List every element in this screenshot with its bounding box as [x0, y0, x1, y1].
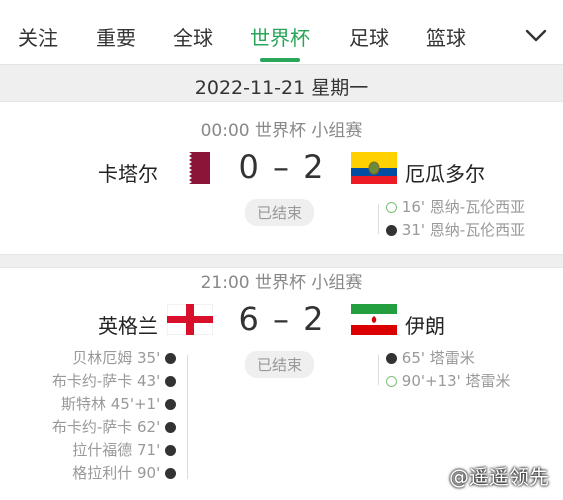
goal-text: 65' 塔雷米: [401, 349, 475, 367]
tab-football[interactable]: 足球: [349, 22, 389, 51]
goal-event: 格拉利什 90': [52, 462, 176, 485]
tab-bar: 关注 重要 全球 世界杯 足球 篮球: [0, 0, 563, 64]
match-time: 00:00 世界杯 小组赛: [200, 121, 363, 141]
home-team-name: 卡塔尔: [98, 162, 158, 186]
away-goals-list: 65' 塔雷米 90'+13' 塔雷米: [386, 347, 511, 393]
goal-text: 斯特林 45'+1': [61, 395, 161, 413]
iran-flag-icon: [351, 304, 397, 335]
match-score: 6 – 2: [238, 300, 326, 338]
section-separator: [0, 254, 563, 268]
goal-text: 布卡约-萨卡 43': [51, 372, 161, 390]
home-team-name: 英格兰: [98, 314, 158, 338]
goal-event: 贝林厄姆 35': [52, 347, 176, 370]
goal-text: 90'+13' 塔雷米: [401, 372, 511, 390]
penalty-ball-icon: [386, 202, 397, 213]
match-time: 21:00 世界杯 小组赛: [200, 273, 363, 293]
match-status-badge: 已结束: [245, 199, 315, 226]
timeline-line: [378, 355, 379, 385]
tab-follow[interactable]: 关注: [18, 22, 58, 51]
date-header: 2022-11-21 星期一: [0, 64, 563, 102]
away-goals-list: 16' 恩纳-瓦伦西亚 31' 恩纳-瓦伦西亚: [386, 196, 525, 242]
match-status-badge: 已结束: [245, 351, 315, 378]
goal-event: 31' 恩纳-瓦伦西亚: [386, 219, 525, 242]
date-label: 2022-11-21 星期一: [194, 77, 369, 99]
away-team-name: 伊朗: [405, 314, 445, 338]
goal-event: 斯特林 45'+1': [52, 393, 176, 416]
goal-text: 格拉利什 90': [72, 464, 161, 482]
timeline-line: [187, 355, 188, 479]
soccer-ball-icon: [165, 353, 176, 364]
watermark: @遥遥领先: [449, 465, 549, 489]
goal-text: 16' 恩纳-瓦伦西亚: [401, 198, 526, 216]
tab-world-cup[interactable]: 世界杯: [250, 22, 310, 51]
goal-event: 16' 恩纳-瓦伦西亚: [386, 196, 525, 219]
soccer-ball-icon: [386, 225, 397, 236]
goal-event: 65' 塔雷米: [386, 347, 511, 370]
soccer-ball-icon: [386, 353, 397, 364]
soccer-ball-icon: [165, 399, 176, 410]
tab-basketball[interactable]: 篮球: [426, 22, 466, 51]
goal-event: 布卡约-萨卡 62': [52, 416, 176, 439]
tab-important[interactable]: 重要: [96, 22, 136, 51]
penalty-ball-icon: [386, 376, 397, 387]
away-team-name: 厄瓜多尔: [405, 162, 485, 186]
goal-text: 31' 恩纳-瓦伦西亚: [401, 221, 526, 239]
active-tab-indicator: [260, 58, 300, 62]
goal-event: 拉什福德 71': [52, 439, 176, 462]
goal-event: 90'+13' 塔雷米: [386, 370, 511, 393]
goal-text: 拉什福德 71': [72, 441, 161, 459]
tab-global[interactable]: 全球: [173, 22, 213, 51]
goal-text: 布卡约-萨卡 62': [51, 418, 161, 436]
chevron-down-icon[interactable]: [523, 22, 549, 48]
qatar-flag-icon: [180, 152, 210, 184]
soccer-ball-icon: [165, 445, 176, 456]
soccer-ball-icon: [165, 468, 176, 479]
timeline-line: [378, 204, 379, 234]
match-score: 0 – 2: [238, 148, 326, 186]
england-flag-icon: [167, 304, 213, 335]
match-card[interactable]: 00:00 世界杯 小组赛 卡塔尔 0 – 2 厄瓜多尔 已结束 16' 恩纳-…: [0, 102, 563, 254]
ecuador-flag-icon: [351, 152, 397, 184]
goal-event: 布卡约-萨卡 43': [52, 370, 176, 393]
soccer-ball-icon: [165, 422, 176, 433]
home-goals-list: 贝林厄姆 35' 布卡约-萨卡 43' 斯特林 45'+1' 布卡约-萨卡 62…: [52, 347, 176, 485]
goal-text: 贝林厄姆 35': [72, 349, 161, 367]
soccer-ball-icon: [165, 376, 176, 387]
